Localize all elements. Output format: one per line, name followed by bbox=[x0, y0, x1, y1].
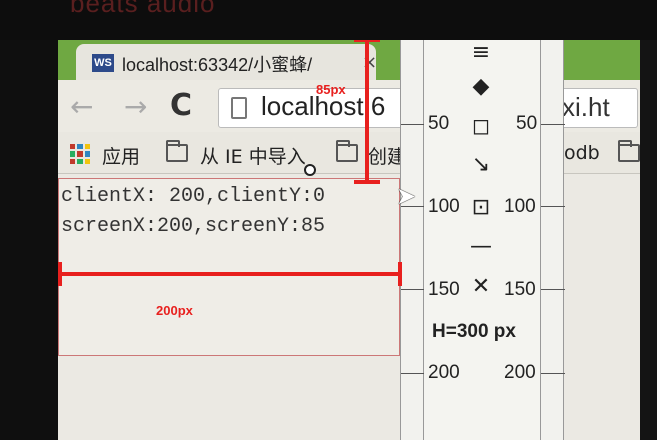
vertical-ruler-left[interactable] bbox=[400, 40, 425, 440]
minus-icon[interactable]: — bbox=[466, 234, 496, 259]
measure-line-horizontal bbox=[58, 272, 402, 276]
measure-line-vertical-cap bbox=[354, 180, 380, 184]
bookmark-odb[interactable]: odb bbox=[564, 142, 600, 164]
height-readout: H=300 px bbox=[432, 321, 516, 342]
annotation-200px: 200px bbox=[156, 303, 193, 318]
resize-horizontal-icon[interactable]: ◆ bbox=[466, 74, 496, 99]
ruler-label-100: 100 bbox=[428, 196, 460, 217]
center-box-icon[interactable]: ⊡ bbox=[466, 195, 496, 220]
ruler-label-50: 50 bbox=[428, 113, 450, 134]
page-icon bbox=[231, 97, 247, 119]
measure-line-horizontal-cap bbox=[398, 262, 402, 286]
mouse-pointer-icon: ➤ bbox=[396, 182, 417, 210]
vertical-ruler-right[interactable] bbox=[540, 40, 565, 440]
bookmark-import-ie[interactable]: 从 IE 中导入 bbox=[200, 142, 306, 169]
annotation-85px: 85px bbox=[316, 82, 346, 97]
measure-line-vertical bbox=[365, 40, 369, 182]
screen-coordinates-text: screenX:200,screenY:85 bbox=[61, 215, 326, 238]
laptop-bezel-left bbox=[0, 40, 58, 440]
crop-icon[interactable]: ◻ bbox=[466, 114, 496, 139]
bookmark-apps[interactable]: 应用 bbox=[102, 142, 140, 169]
browser-tab[interactable]: WS localhost:63342/小蜜蜂/ × bbox=[76, 44, 377, 80]
ruler-label-200: 200 bbox=[428, 362, 460, 383]
apps-grid-icon[interactable] bbox=[70, 144, 90, 164]
close-icon[interactable]: ✕ bbox=[466, 274, 496, 299]
forward-button[interactable]: → bbox=[124, 90, 147, 123]
ruler-label-150: 150 bbox=[504, 279, 536, 300]
ruler-label-50: 50 bbox=[516, 113, 538, 134]
back-button[interactable]: ← bbox=[70, 90, 93, 123]
ruler-label-200: 200 bbox=[504, 362, 536, 383]
laptop-bezel-top: beats audio bbox=[0, 0, 657, 40]
ruler-label-100: 100 bbox=[504, 196, 536, 217]
screen: WS localhost:63342/小蜜蜂/ × ← → C localhos… bbox=[58, 40, 640, 440]
reload-button[interactable]: C bbox=[170, 88, 192, 123]
folder-icon bbox=[166, 140, 188, 162]
folder-icon bbox=[336, 140, 358, 162]
loading-cursor-icon bbox=[304, 164, 316, 176]
beats-audio-logo: beats audio bbox=[70, 0, 216, 18]
tab-title: localhost:63342/小蜜蜂/ bbox=[122, 55, 313, 75]
webstorm-favicon-icon: WS bbox=[92, 54, 114, 72]
folder-icon bbox=[618, 140, 640, 162]
grip-icon[interactable]: ≡ bbox=[466, 40, 496, 65]
client-coordinates-text: clientX: 200,clientY:0 bbox=[61, 185, 326, 208]
diagonal-arrow-icon[interactable]: ↘ bbox=[466, 152, 496, 177]
ruler-label-150: 150 bbox=[428, 279, 460, 300]
laptop-bezel-right bbox=[640, 40, 657, 440]
demo-box[interactable]: clientX: 200,clientY:0 screenX:200,scree… bbox=[58, 178, 400, 356]
